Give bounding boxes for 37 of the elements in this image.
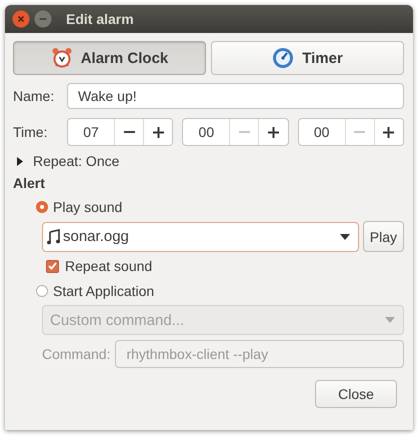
- increment-button[interactable]: [374, 119, 403, 145]
- alarm-clock-icon: [50, 47, 73, 69]
- time-spinner[interactable]: 00: [182, 118, 289, 146]
- repeat-expander[interactable]: Repeat: Once: [13, 153, 120, 169]
- plus-icon: [383, 126, 394, 138]
- checkmark-icon: [48, 262, 57, 270]
- plus-icon: [268, 126, 279, 138]
- increment-button[interactable]: [143, 119, 172, 145]
- command-label: Command:: [42, 346, 110, 362]
- dropdown-caret-icon: [340, 234, 350, 240]
- window-title: Edit alarm: [66, 11, 134, 27]
- minus-icon: [124, 131, 134, 133]
- sound-dropdown[interactable]: sonar.ogg: [42, 222, 359, 252]
- minus-icon: [354, 131, 366, 133]
- radio-option[interactable]: Play sound: [36, 199, 122, 215]
- section-heading: Alert: [13, 175, 45, 191]
- name-field[interactable]: Wake up!: [67, 83, 404, 109]
- mode-tab[interactable]: Alarm Clock: [13, 41, 206, 75]
- plus-icon: [152, 126, 164, 138]
- time-spinner[interactable]: 00: [298, 118, 404, 146]
- time-label: Time:: [13, 124, 48, 140]
- minus-icon: [238, 131, 250, 133]
- time-spinner[interactable]: 07: [67, 118, 174, 146]
- mode-tab[interactable]: Timer: [211, 41, 404, 75]
- music-note-icon: [47, 228, 60, 244]
- checkbox-option[interactable]: Repeat sound: [46, 258, 152, 274]
- minimize-icon[interactable]: [34, 10, 52, 28]
- close-icon[interactable]: [12, 10, 30, 28]
- close-button[interactable]: Close: [315, 380, 397, 408]
- play-button[interactable]: Play: [362, 221, 404, 252]
- name-label: Name:: [13, 88, 56, 104]
- spinner-value[interactable]: 00: [183, 119, 230, 145]
- spinner-value[interactable]: 00: [298, 119, 345, 145]
- dropdown-caret-icon: [385, 317, 395, 323]
- stopwatch-icon: [272, 47, 294, 69]
- spinner-value[interactable]: 07: [68, 119, 114, 145]
- increment-button[interactable]: [258, 119, 288, 145]
